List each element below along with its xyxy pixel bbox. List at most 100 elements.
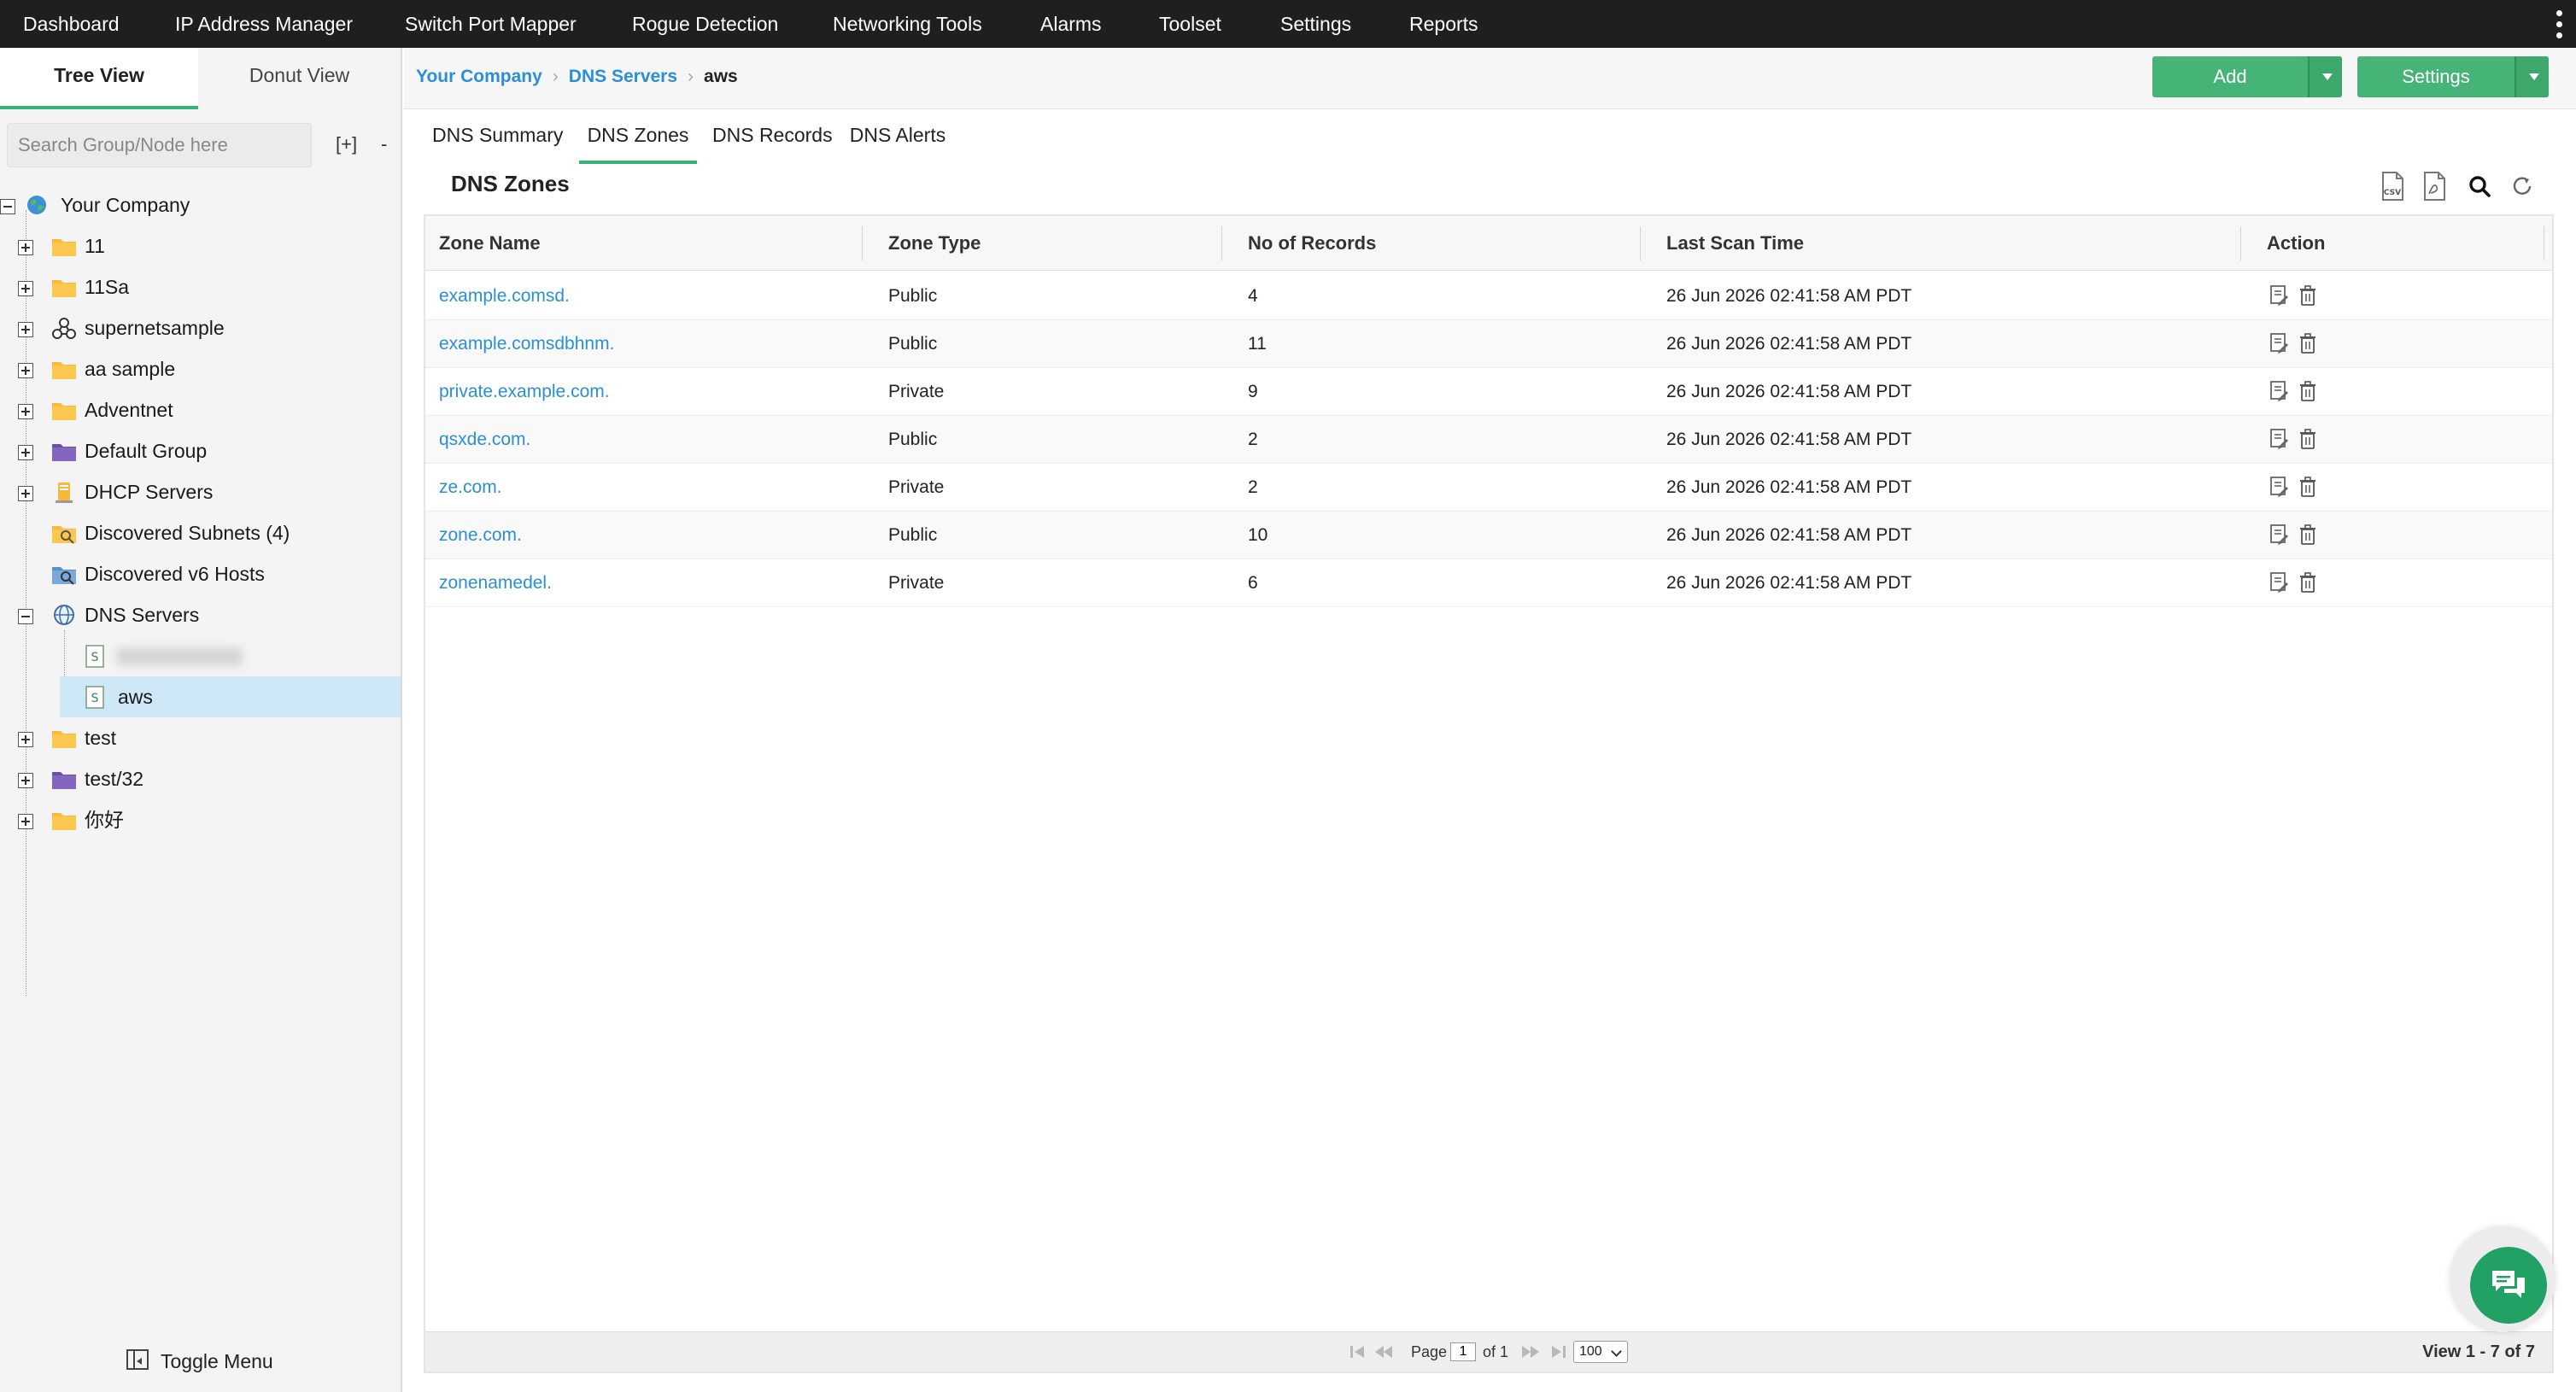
zone-name-link[interactable]: zonenamedel. [439,559,552,607]
delete-zone-icon[interactable] [2298,428,2318,450]
tree-node-11sa[interactable]: 11Sa [0,266,401,307]
tree-node-aa-sample[interactable]: aa sample [0,348,401,389]
edit-zone-icon[interactable] [2269,571,2289,594]
zone-name-link[interactable]: zone.com. [439,512,522,559]
nav-ip-address-manager[interactable]: IP Address Manager [175,0,353,48]
tree-node-discovered-subnets[interactable]: Discovered Subnets (4) [0,512,401,553]
page-number-input[interactable] [1450,1342,1476,1361]
delete-zone-icon[interactable] [2298,284,2318,307]
edit-zone-icon[interactable] [2269,380,2289,402]
export-pdf-icon[interactable] [2420,171,2449,202]
tree-node-supernetsample[interactable]: supernetsample [0,307,401,348]
last-page-icon[interactable] [1548,1343,1568,1360]
nav-toolset[interactable]: Toolset [1159,0,1221,48]
page-label: Page [1411,1343,1448,1360]
tree-node-dhcp-servers[interactable]: DHCP Servers [0,471,401,512]
collapse-icon[interactable] [18,609,33,624]
nav-settings[interactable]: Settings [1280,0,1351,48]
nav-alarms[interactable]: Alarms [1040,0,1102,48]
expand-icon[interactable] [18,445,33,460]
collapse-icon[interactable] [0,199,15,214]
table-row: example.comsdbhnm. Public 11 26 Jun 2026… [425,320,2552,368]
last-scan-time-cell: 26 Jun 2026 02:41:58 AM PDT [1666,525,1912,545]
tree-node-dns-servers[interactable]: DNS Servers [0,594,401,635]
tab-dns-zones[interactable]: DNS Zones [579,109,697,164]
toggle-menu-label: Toggle Menu [161,1350,273,1372]
edit-zone-icon[interactable] [2269,476,2289,498]
more-options-icon[interactable] [2554,9,2564,39]
settings-button[interactable]: Settings [2357,56,2515,97]
grid-header: Zone Name Zone Type No of Records Last S… [425,216,2552,271]
tree-node-dns-server-redacted[interactable]: S [0,635,401,676]
add-button[interactable]: Add [2152,56,2308,97]
delete-zone-icon[interactable] [2298,571,2318,594]
expand-icon[interactable] [18,773,33,788]
tab-dns-records[interactable]: DNS Records [712,109,833,164]
edit-zone-icon[interactable] [2269,523,2289,546]
tree-node-nihao[interactable]: 你好 [0,799,401,840]
export-csv-icon[interactable]: CSV [2378,171,2407,202]
tab-dns-summary[interactable]: DNS Summary [432,109,563,164]
first-page-icon[interactable] [1348,1343,1368,1360]
tree-node-adventnet[interactable]: Adventnet [0,389,401,430]
chat-button[interactable] [2470,1247,2547,1324]
zone-name-link[interactable]: private.example.com. [439,368,610,416]
tab-tree-view[interactable]: Tree View [0,48,198,109]
previous-page-icon[interactable] [1373,1343,1394,1360]
nav-networking-tools[interactable]: Networking Tools [833,0,982,48]
delete-zone-icon[interactable] [2298,523,2318,546]
expand-icon[interactable] [18,486,33,501]
zone-name-link[interactable]: qsxde.com. [439,416,530,464]
delete-zone-icon[interactable] [2298,476,2318,498]
tree-node-your-company[interactable]: Your Company [0,184,401,225]
nav-reports[interactable]: Reports [1409,0,1478,48]
expand-icon[interactable] [18,281,33,296]
tree-node-aws[interactable]: S aws [60,676,401,717]
page-size-select[interactable]: 100 [1573,1341,1628,1363]
tree-label-aws: aws [118,686,153,708]
settings-dropdown-caret-icon[interactable] [2515,56,2549,97]
expand-icon[interactable] [18,732,33,747]
search-group-node-input[interactable] [8,124,311,167]
delete-zone-icon[interactable] [2298,332,2318,354]
column-no-of-records[interactable]: No of Records [1248,216,1376,271]
folder-icon [52,362,76,379]
column-zone-type[interactable]: Zone Type [888,216,981,271]
tree-node-test-32[interactable]: test/32 [0,758,401,799]
expand-icon[interactable] [18,240,33,255]
breadcrumb-dns-servers[interactable]: DNS Servers [569,67,677,86]
tree-label-11: 11 [85,235,105,257]
refresh-icon[interactable] [2509,171,2538,202]
zone-name-link[interactable]: example.comsd. [439,272,570,320]
tree-node-discovered-v6-hosts[interactable]: Discovered v6 Hosts [0,553,401,594]
column-divider [2240,226,2241,260]
tree-node-default-group[interactable]: Default Group [0,430,401,471]
nav-dashboard[interactable]: Dashboard [23,0,120,48]
search-icon[interactable] [2466,171,2495,202]
column-last-scan-time[interactable]: Last Scan Time [1666,216,1804,271]
edit-zone-icon[interactable] [2269,284,2289,307]
expand-icon[interactable] [18,404,33,419]
tab-dns-alerts[interactable]: DNS Alerts [847,109,948,164]
breadcrumb-your-company[interactable]: Your Company [416,67,542,86]
tree-node-test[interactable]: test [0,717,401,758]
expand-icon[interactable] [18,363,33,378]
add-dropdown-caret-icon[interactable] [2308,56,2342,97]
collapse-all-button[interactable]: - [381,133,387,155]
tab-donut-view[interactable]: Donut View [198,48,401,109]
expand-all-button[interactable]: [+] [336,133,357,155]
zone-name-link[interactable]: example.comsdbhnm. [439,320,614,368]
delete-zone-icon[interactable] [2298,380,2318,402]
expand-icon[interactable] [18,814,33,829]
column-zone-name[interactable]: Zone Name [439,216,541,271]
tree-node-11[interactable]: 11 [0,225,401,266]
nav-rogue-detection[interactable]: Rogue Detection [632,0,778,48]
purple-folder-icon [52,444,76,461]
edit-zone-icon[interactable] [2269,428,2289,450]
tree-label-default-group: Default Group [85,440,208,462]
next-page-icon[interactable] [1520,1343,1541,1360]
zone-name-link[interactable]: ze.com. [439,464,502,512]
expand-icon[interactable] [18,322,33,337]
nav-switch-port-mapper[interactable]: Switch Port Mapper [405,0,577,48]
edit-zone-icon[interactable] [2269,332,2289,354]
